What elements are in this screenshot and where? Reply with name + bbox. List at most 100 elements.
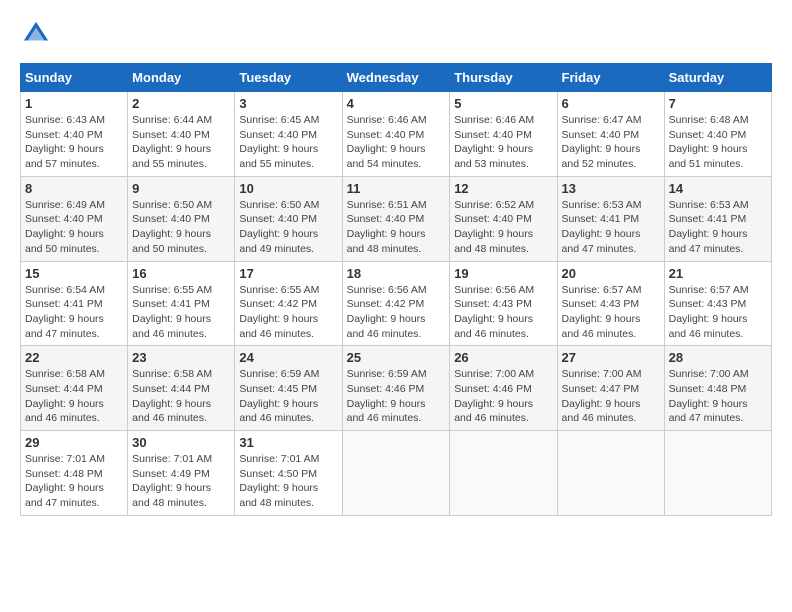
calendar-cell: 13 Sunrise: 6:53 AM Sunset: 4:41 PM Dayli… [557,176,664,261]
day-info: Sunrise: 6:58 AM Sunset: 4:44 PM Dayligh… [25,367,123,426]
day-info: Sunrise: 6:50 AM Sunset: 4:40 PM Dayligh… [132,198,230,257]
day-info: Sunrise: 6:57 AM Sunset: 4:43 PM Dayligh… [669,283,767,342]
calendar-cell: 12Sunrise: 6:52 AM Sunset: 4:40 PM Dayli… [450,176,557,261]
calendar-cell: 11 Sunrise: 6:51 AM Sunset: 4:40 PM Dayli… [342,176,450,261]
day-number: 5 [454,96,552,111]
day-header-saturday: Saturday [664,64,771,92]
day-info: Sunrise: 7:00 AM Sunset: 4:47 PM Dayligh… [562,367,660,426]
calendar-cell: 2 Sunrise: 6:44 AM Sunset: 4:40 PM Daylig… [128,92,235,177]
day-info: Sunrise: 7:01 AM Sunset: 4:48 PM Dayligh… [25,452,123,511]
calendar-week-5: 29Sunrise: 7:01 AM Sunset: 4:48 PM Dayli… [21,431,772,516]
calendar-cell: 23 Sunrise: 6:58 AM Sunset: 4:44 PM Dayli… [128,346,235,431]
day-number: 17 [239,266,337,281]
day-header-sunday: Sunday [21,64,128,92]
calendar-header-row: SundayMondayTuesdayWednesdayThursdayFrid… [21,64,772,92]
calendar-cell: 22 Sunrise: 6:58 AM Sunset: 4:44 PM Dayli… [21,346,128,431]
day-info: Sunrise: 6:57 AM Sunset: 4:43 PM Dayligh… [562,283,660,342]
calendar-cell: 27Sunrise: 7:00 AM Sunset: 4:47 PM Dayli… [557,346,664,431]
calendar-cell: 4Sunrise: 6:46 AM Sunset: 4:40 PM Daylig… [342,92,450,177]
day-number: 13 [562,181,660,196]
day-info: Sunrise: 6:55 AM Sunset: 4:42 PM Dayligh… [239,283,337,342]
calendar-week-3: 15Sunrise: 6:54 AM Sunset: 4:41 PM Dayli… [21,261,772,346]
day-number: 30 [132,435,230,450]
calendar-week-2: 8 Sunrise: 6:49 AM Sunset: 4:40 PM Daylig… [21,176,772,261]
day-info: Sunrise: 6:55 AM Sunset: 4:41 PM Dayligh… [132,283,230,342]
day-header-monday: Monday [128,64,235,92]
calendar-cell [557,431,664,516]
day-header-wednesday: Wednesday [342,64,450,92]
day-number: 11 [347,181,446,196]
calendar-cell: 30 Sunrise: 7:01 AM Sunset: 4:49 PM Dayli… [128,431,235,516]
day-info: Sunrise: 6:44 AM Sunset: 4:40 PM Dayligh… [132,113,230,172]
calendar-cell: 29Sunrise: 7:01 AM Sunset: 4:48 PM Dayli… [21,431,128,516]
day-number: 10 [239,181,337,196]
calendar-cell [450,431,557,516]
day-number: 2 [132,96,230,111]
calendar-cell: 26Sunrise: 7:00 AM Sunset: 4:46 PM Dayli… [450,346,557,431]
day-info: Sunrise: 6:53 AM Sunset: 4:41 PM Dayligh… [562,198,660,257]
day-number: 20 [562,266,660,281]
calendar-cell [664,431,771,516]
calendar-cell: 28Sunrise: 7:00 AM Sunset: 4:48 PM Dayli… [664,346,771,431]
day-number: 31 [239,435,337,450]
day-info: Sunrise: 7:01 AM Sunset: 4:50 PM Dayligh… [239,452,337,511]
day-info: Sunrise: 6:46 AM Sunset: 4:40 PM Dayligh… [454,113,552,172]
day-info: Sunrise: 6:59 AM Sunset: 4:45 PM Dayligh… [239,367,337,426]
calendar-cell: 17 Sunrise: 6:55 AM Sunset: 4:42 PM Dayli… [235,261,342,346]
day-number: 25 [347,350,446,365]
calendar-cell: 16 Sunrise: 6:55 AM Sunset: 4:41 PM Dayli… [128,261,235,346]
day-header-friday: Friday [557,64,664,92]
logo [20,20,50,53]
day-number: 4 [347,96,446,111]
day-info: Sunrise: 6:49 AM Sunset: 4:40 PM Dayligh… [25,198,123,257]
day-header-tuesday: Tuesday [235,64,342,92]
day-number: 24 [239,350,337,365]
calendar-cell: 25 Sunrise: 6:59 AM Sunset: 4:46 PM Dayli… [342,346,450,431]
calendar-cell: 5 Sunrise: 6:46 AM Sunset: 4:40 PM Daylig… [450,92,557,177]
day-info: Sunrise: 6:47 AM Sunset: 4:40 PM Dayligh… [562,113,660,172]
calendar-cell: 3 Sunrise: 6:45 AM Sunset: 4:40 PM Daylig… [235,92,342,177]
day-header-thursday: Thursday [450,64,557,92]
calendar-cell: 24 Sunrise: 6:59 AM Sunset: 4:45 PM Dayli… [235,346,342,431]
calendar-body: 1 Sunrise: 6:43 AM Sunset: 4:40 PM Daylig… [21,92,772,516]
day-info: Sunrise: 6:43 AM Sunset: 4:40 PM Dayligh… [25,113,123,172]
day-number: 3 [239,96,337,111]
day-info: Sunrise: 6:56 AM Sunset: 4:43 PM Dayligh… [454,283,552,342]
calendar-cell: 8 Sunrise: 6:49 AM Sunset: 4:40 PM Daylig… [21,176,128,261]
day-number: 16 [132,266,230,281]
page-header [20,20,772,53]
day-number: 8 [25,181,123,196]
calendar-week-4: 22 Sunrise: 6:58 AM Sunset: 4:44 PM Dayli… [21,346,772,431]
day-info: Sunrise: 6:58 AM Sunset: 4:44 PM Dayligh… [132,367,230,426]
calendar-cell: 9 Sunrise: 6:50 AM Sunset: 4:40 PM Daylig… [128,176,235,261]
calendar-cell: 1 Sunrise: 6:43 AM Sunset: 4:40 PM Daylig… [21,92,128,177]
day-info: Sunrise: 6:51 AM Sunset: 4:40 PM Dayligh… [347,198,446,257]
day-number: 19 [454,266,552,281]
day-number: 14 [669,181,767,196]
calendar-cell: 18Sunrise: 6:56 AM Sunset: 4:42 PM Dayli… [342,261,450,346]
day-info: Sunrise: 6:59 AM Sunset: 4:46 PM Dayligh… [347,367,446,426]
day-number: 18 [347,266,446,281]
calendar-cell: 10Sunrise: 6:50 AM Sunset: 4:40 PM Dayli… [235,176,342,261]
day-info: Sunrise: 6:53 AM Sunset: 4:41 PM Dayligh… [669,198,767,257]
day-info: Sunrise: 7:01 AM Sunset: 4:49 PM Dayligh… [132,452,230,511]
calendar-cell: 6 Sunrise: 6:47 AM Sunset: 4:40 PM Daylig… [557,92,664,177]
day-number: 9 [132,181,230,196]
day-info: Sunrise: 7:00 AM Sunset: 4:48 PM Dayligh… [669,367,767,426]
calendar-cell: 21 Sunrise: 6:57 AM Sunset: 4:43 PM Dayli… [664,261,771,346]
day-number: 1 [25,96,123,111]
calendar-cell: 20 Sunrise: 6:57 AM Sunset: 4:43 PM Dayli… [557,261,664,346]
day-number: 22 [25,350,123,365]
day-number: 15 [25,266,123,281]
day-number: 21 [669,266,767,281]
calendar-cell: 19 Sunrise: 6:56 AM Sunset: 4:43 PM Dayli… [450,261,557,346]
day-number: 6 [562,96,660,111]
day-info: Sunrise: 6:52 AM Sunset: 4:40 PM Dayligh… [454,198,552,257]
day-info: Sunrise: 6:48 AM Sunset: 4:40 PM Dayligh… [669,113,767,172]
calendar-cell: 31 Sunrise: 7:01 AM Sunset: 4:50 PM Dayli… [235,431,342,516]
day-number: 23 [132,350,230,365]
day-info: Sunrise: 6:45 AM Sunset: 4:40 PM Dayligh… [239,113,337,172]
calendar-cell [342,431,450,516]
day-number: 26 [454,350,552,365]
day-number: 7 [669,96,767,111]
